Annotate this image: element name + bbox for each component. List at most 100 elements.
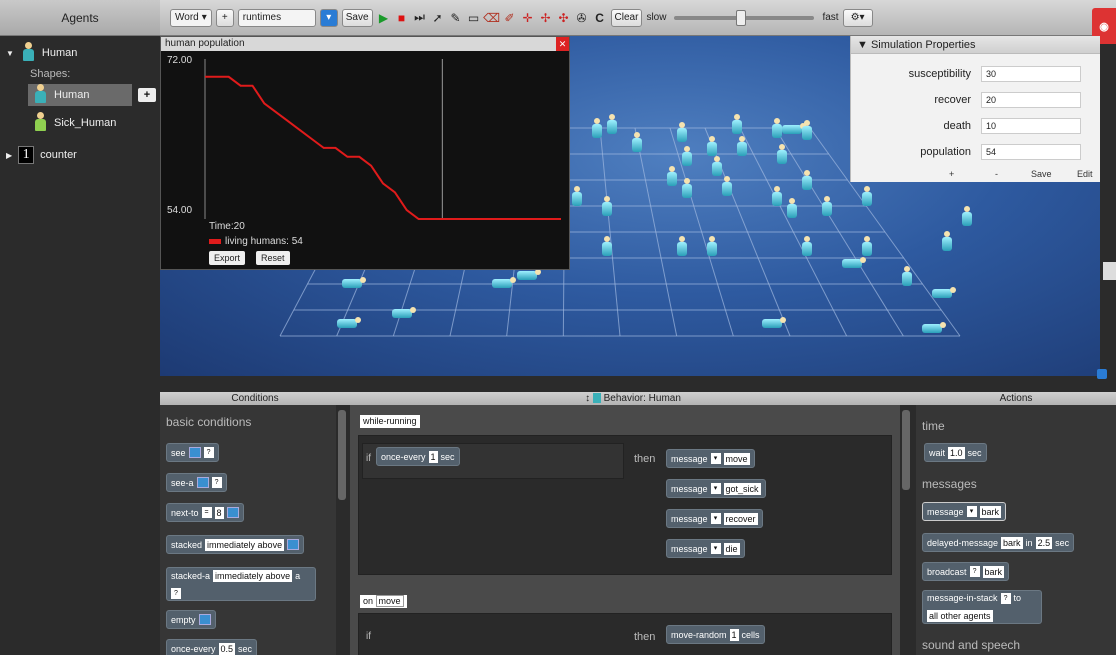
action-message-in-stack[interactable]: message-in-stack? to all other agents: [922, 590, 1042, 624]
add-world-button[interactable]: +: [215, 8, 234, 27]
disclosure-triangle-icon[interactable]: ▶: [6, 151, 12, 160]
condition-value[interactable]: 1: [428, 450, 438, 463]
shape-sick-human[interactable]: Sick_Human: [32, 112, 116, 134]
action-message-move[interactable]: message ▾ move: [666, 449, 755, 468]
world-agent[interactable]: [775, 144, 789, 166]
delayed-time[interactable]: 2.5: [1035, 536, 1053, 549]
world-agent[interactable]: [770, 186, 784, 208]
world-agent[interactable]: [930, 286, 958, 300]
world-agent[interactable]: [800, 120, 814, 142]
condition-stacked-a[interactable]: stacked-a immediately above a?: [166, 567, 316, 601]
world-agent[interactable]: [720, 176, 734, 198]
stack-target[interactable]: all other agents: [927, 609, 993, 622]
clear-button[interactable]: Clear: [610, 8, 643, 27]
world-agent[interactable]: [590, 118, 604, 140]
action-message-recover[interactable]: message ▾ recover: [666, 509, 763, 528]
chevron-down-icon[interactable]: ?: [969, 566, 980, 577]
condition-empty[interactable]: empty: [166, 610, 216, 629]
camera-icon[interactable]: ✇: [575, 10, 589, 26]
behavior-left-scrollbar[interactable]: [338, 410, 346, 500]
resize-handle-icon[interactable]: ↕: [585, 393, 590, 404]
world-agent[interactable]: [665, 166, 679, 188]
agent-counter-row[interactable]: ▶ 1 counter: [6, 146, 77, 164]
world-agent[interactable]: [800, 236, 814, 258]
prop-input-susceptibility[interactable]: 30: [981, 66, 1081, 82]
runtime-dropdown-icon[interactable]: ▾: [319, 8, 338, 27]
world-agent[interactable]: [730, 114, 744, 136]
prop-input-population[interactable]: 54: [981, 144, 1081, 160]
move-random-value[interactable]: 1: [729, 628, 739, 641]
method-on-move[interactable]: on move: [360, 595, 407, 608]
world-agent[interactable]: [785, 198, 799, 220]
world-agent[interactable]: [390, 306, 418, 320]
rule-condition-once-every[interactable]: once-every 1 sec: [376, 447, 460, 466]
condition-stacked[interactable]: stacked immediately above: [166, 535, 305, 554]
stop-icon[interactable]: ■: [395, 10, 409, 26]
grid-checkbox[interactable]: [1097, 369, 1107, 379]
shape-picker[interactable]: [188, 447, 201, 458]
chevron-down-icon[interactable]: ▾: [710, 453, 721, 464]
method-while-running[interactable]: while-running: [360, 415, 420, 428]
behavior-right-scrollbar[interactable]: [902, 410, 910, 490]
action-broadcast[interactable]: broadcast? bark: [922, 562, 1010, 581]
remove-property-button[interactable]: -: [995, 168, 998, 181]
plot-window[interactable]: human population ✕ 72.00 54.00 Time:20 li…: [160, 36, 570, 270]
chevron-down-icon[interactable]: ?: [211, 477, 222, 488]
chevron-down-icon[interactable]: ▾: [710, 483, 721, 494]
reset-button[interactable]: Reset: [256, 251, 290, 265]
world-agent[interactable]: [680, 146, 694, 168]
rectangle-icon[interactable]: ▭: [467, 10, 481, 26]
condition-see-a[interactable]: see-a?: [166, 473, 227, 492]
prop-input-recover[interactable]: 20: [981, 92, 1081, 108]
world-agent[interactable]: [490, 276, 518, 290]
prop-input-death[interactable]: 10: [981, 118, 1081, 134]
next-to-count[interactable]: 8: [214, 506, 224, 519]
delayed-value[interactable]: bark: [1001, 536, 1023, 549]
world-agent[interactable]: [680, 178, 694, 200]
world-agent[interactable]: [760, 316, 788, 330]
add-property-button[interactable]: +: [949, 168, 954, 181]
pointer-icon[interactable]: ➚: [431, 10, 445, 26]
world-agent[interactable]: [600, 196, 614, 218]
export-button[interactable]: Export: [209, 251, 246, 265]
world-agent[interactable]: [335, 316, 363, 330]
pencil-icon[interactable]: ✎: [449, 10, 463, 26]
chevron-down-icon[interactable]: ▾: [710, 543, 721, 554]
stacked-position[interactable]: immediately above: [205, 538, 285, 551]
chevron-down-icon[interactable]: ▾: [966, 506, 977, 517]
world-agent[interactable]: [800, 170, 814, 192]
runtime-select[interactable]: runtimes: [237, 8, 316, 27]
broadcast-value[interactable]: bark: [982, 565, 1005, 578]
close-icon[interactable]: ✕: [556, 37, 569, 51]
world-select[interactable]: Word ▾: [170, 8, 212, 27]
message-name[interactable]: die: [723, 542, 740, 555]
world-agent[interactable]: [600, 236, 614, 258]
method-name[interactable]: move: [375, 595, 404, 607]
eraser-icon[interactable]: ⌫: [483, 10, 500, 26]
chevron-down-icon[interactable]: ?: [203, 447, 214, 458]
shape-human[interactable]: Human: [28, 84, 132, 106]
chevron-down-icon[interactable]: ▾: [710, 513, 721, 524]
world-agent[interactable]: [960, 206, 974, 228]
world-agent[interactable]: [940, 231, 954, 253]
action-delayed-message[interactable]: delayed-message bark in 2.5 sec: [922, 533, 1075, 552]
world-agent[interactable]: [860, 236, 874, 258]
move-icon[interactable]: ✢: [539, 10, 553, 26]
world-agent[interactable]: [570, 186, 584, 208]
once-every-value[interactable]: 0.5: [218, 642, 236, 655]
world-agent[interactable]: [710, 156, 724, 178]
agent-human-row[interactable]: ▼ Human: [6, 42, 77, 64]
c-icon[interactable]: C: [593, 10, 607, 26]
message-name[interactable]: recover: [723, 512, 758, 525]
action-message[interactable]: message ▾ bark: [922, 502, 1007, 521]
world-agent[interactable]: [340, 276, 368, 290]
comparator-dropdown[interactable]: =: [201, 507, 212, 518]
settings-button[interactable]: ⚙▾: [842, 8, 873, 27]
world-scroll-handle[interactable]: [1103, 262, 1116, 280]
sim-properties-title[interactable]: ▼ Simulation Properties: [851, 36, 1100, 54]
action-move-random[interactable]: move-random 1 cells: [666, 625, 765, 644]
brush-icon[interactable]: ✐: [503, 10, 517, 26]
world-agent[interactable]: [900, 266, 914, 288]
world-agent[interactable]: [735, 136, 749, 158]
world-agent[interactable]: [820, 196, 834, 218]
